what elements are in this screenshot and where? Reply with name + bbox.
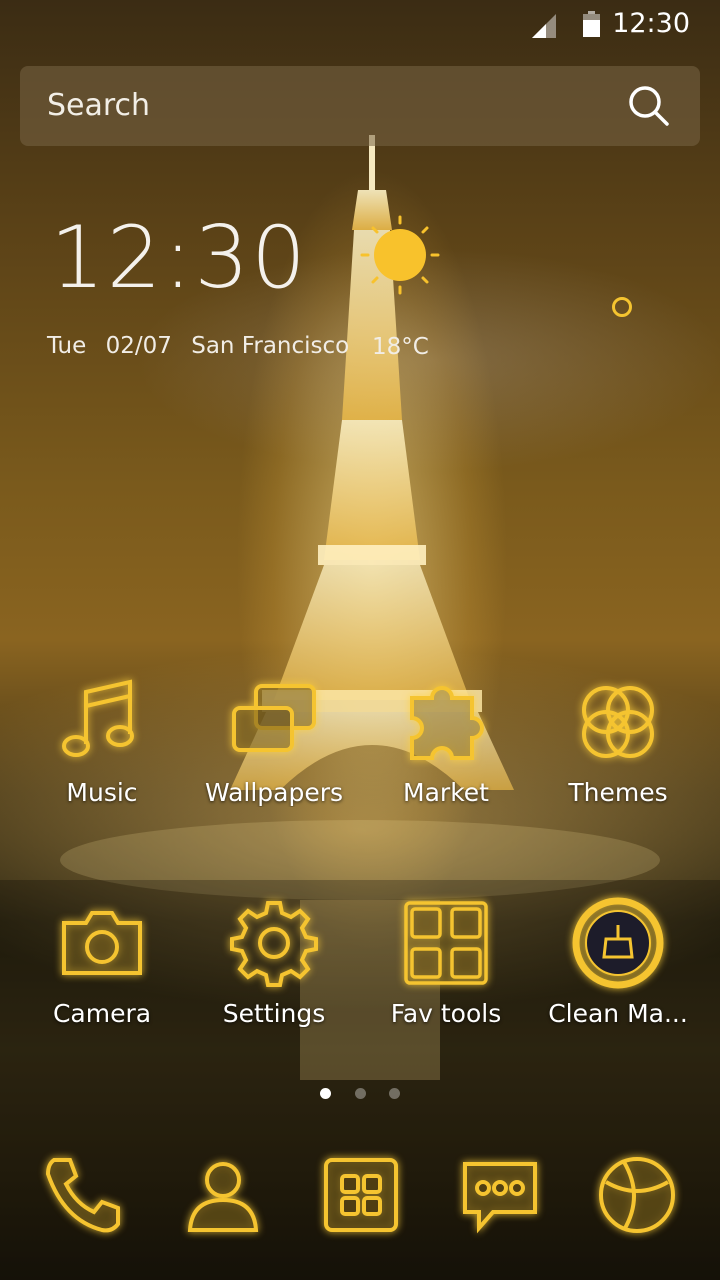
camera-icon: [62, 911, 142, 975]
app-label: Market: [403, 778, 489, 807]
page-dot-2[interactable]: [354, 1088, 366, 1099]
app-clean-master[interactable]: Clean Ma...: [533, 895, 703, 1028]
city-label: San Francisco: [191, 333, 350, 359]
app-label: Fav tools: [390, 999, 502, 1028]
puzzle-icon: [410, 686, 484, 760]
wallpapers-icon: [232, 684, 316, 752]
status-bar: 12:30: [0, 0, 720, 50]
app-label: Music: [66, 778, 138, 807]
date-label: 02/07: [105, 333, 172, 359]
search-bar[interactable]: Search: [20, 66, 700, 146]
phone-icon[interactable]: [40, 1152, 126, 1238]
app-themes[interactable]: Themes: [533, 674, 703, 807]
decorative-ring: [612, 297, 632, 317]
app-wallpapers[interactable]: Wallpapers: [189, 674, 359, 807]
date-location: Tue 02/07 San Francisco: [47, 333, 361, 359]
app-label: Settings: [222, 999, 326, 1028]
page-indicator: [0, 1084, 720, 1103]
app-music[interactable]: Music: [17, 674, 187, 807]
app-drawer-icon[interactable]: [318, 1152, 404, 1238]
app-label: Clean Ma...: [548, 999, 688, 1028]
battery-icon: [583, 11, 600, 37]
gear-icon: [230, 901, 318, 987]
search-input[interactable]: Search: [47, 88, 150, 123]
app-fav-tools[interactable]: Fav tools: [361, 895, 531, 1028]
app-label: Themes: [568, 778, 668, 807]
browser-icon[interactable]: [594, 1152, 680, 1238]
fav-tools-icon: [404, 901, 488, 985]
app-label: Camera: [52, 999, 152, 1028]
page-dot-1[interactable]: [320, 1088, 332, 1099]
themes-icon: [582, 686, 654, 758]
app-label: Wallpapers: [204, 778, 344, 807]
day-label: Tue: [47, 333, 87, 359]
app-settings[interactable]: Settings: [189, 895, 359, 1028]
app-market[interactable]: Market: [361, 674, 531, 807]
signal-icon: [532, 14, 556, 38]
broom-icon: [572, 897, 664, 989]
messages-icon[interactable]: [457, 1152, 543, 1238]
search-icon[interactable]: [628, 85, 670, 127]
page-dot-3[interactable]: [388, 1088, 400, 1099]
clock-time[interactable]: 12:30: [50, 208, 308, 308]
temperature-label: 18°C: [372, 334, 429, 360]
contacts-icon[interactable]: [180, 1152, 266, 1238]
status-time: 12:30: [612, 8, 690, 39]
sun-icon[interactable]: [360, 215, 440, 295]
app-camera[interactable]: Camera: [17, 895, 187, 1028]
music-note-icon: [62, 679, 134, 757]
